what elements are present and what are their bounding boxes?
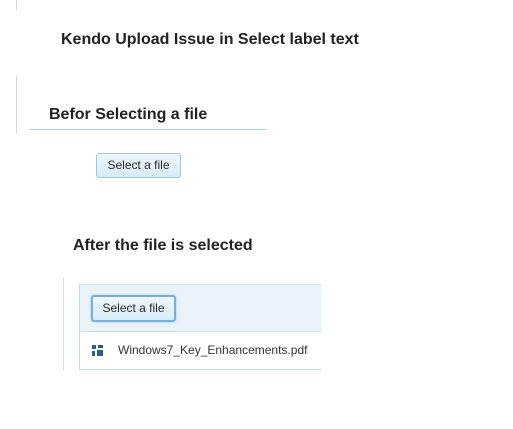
edge-divider	[16, 76, 17, 134]
file-type-icon	[92, 345, 103, 356]
upload-header: Select a file	[80, 285, 321, 332]
before-section-heading: Befor Selecting a file	[49, 106, 208, 123]
page-title: Kendo Upload Issue in Select label text	[61, 31, 359, 48]
edge-divider	[63, 277, 64, 371]
section-divider	[30, 129, 266, 130]
select-file-button-focused[interactable]: Select a file	[91, 295, 176, 322]
after-section-heading: After the file is selected	[73, 237, 253, 254]
edge-divider	[16, 0, 17, 10]
upload-widget: Select a file Windows7_Key_Enhancements.…	[79, 284, 321, 370]
file-name: Windows7_Key_Enhancements.pdf	[118, 343, 308, 357]
file-list-item[interactable]: Windows7_Key_Enhancements.pdf	[80, 332, 321, 370]
select-file-button[interactable]: Select a file	[96, 153, 181, 178]
page: Kendo Upload Issue in Select label text …	[0, 0, 513, 429]
